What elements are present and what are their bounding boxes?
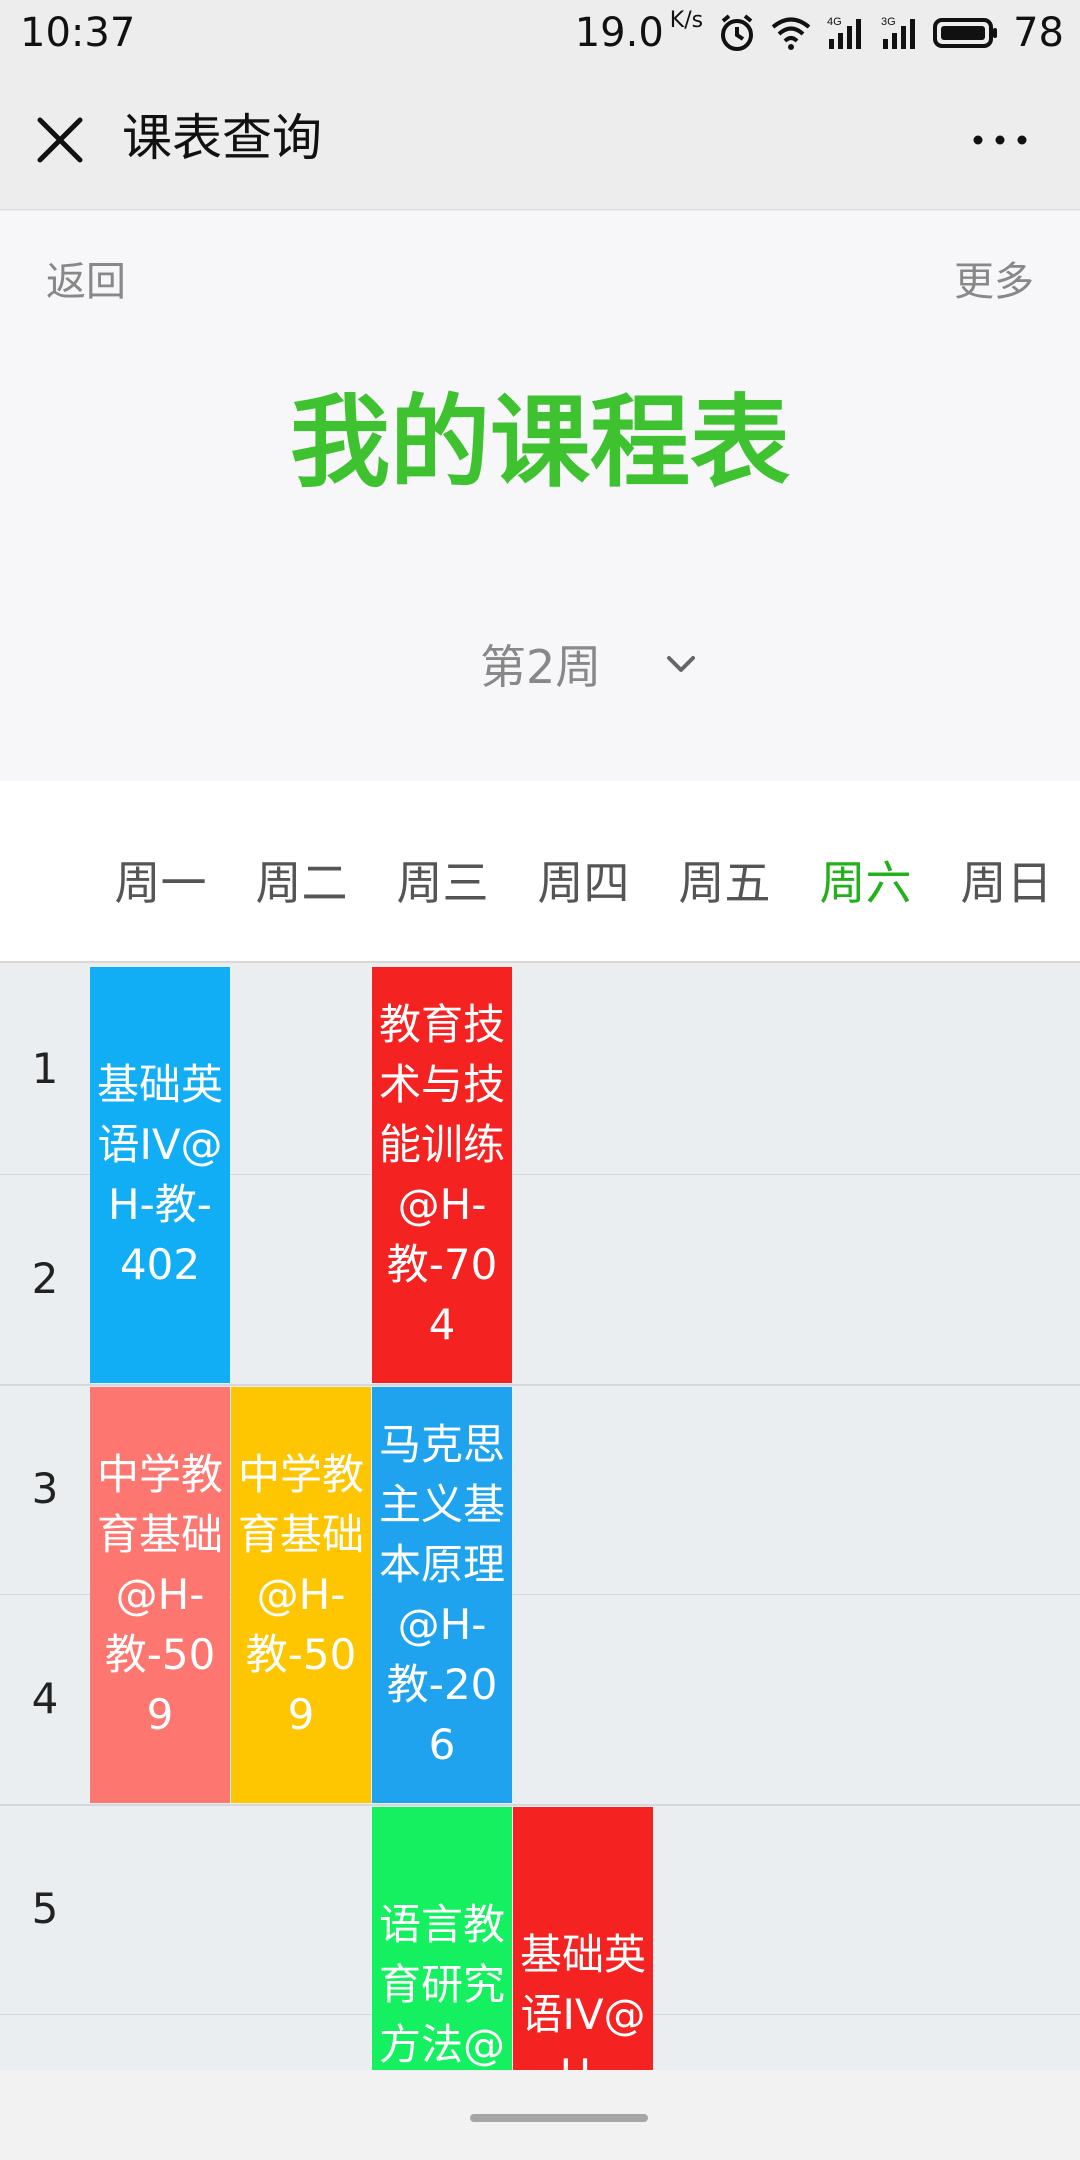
- nav-title: 课表查询: [122, 109, 322, 167]
- more-menu-button[interactable]: [960, 110, 1040, 170]
- weekday-7: 周日: [960, 856, 1053, 910]
- period-number: 5: [31, 1884, 59, 1933]
- course-block[interactable]: 教育技术与技能训练@H-教-704: [372, 967, 512, 1383]
- net2-text: 3G: [881, 16, 896, 28]
- bottom-bar: [0, 2070, 1080, 2160]
- close-icon: [37, 117, 83, 163]
- net1-text: 4G: [827, 16, 842, 28]
- period-divider: [0, 1384, 1080, 1386]
- alarm-icon: [717, 13, 757, 53]
- network-speed-unit: K/s: [669, 8, 704, 33]
- weekday-3: 周三: [396, 856, 489, 910]
- status-icons: 19.0 K/s 4G 3G 78: [575, 8, 1064, 58]
- timetable-grid: 1 2 3 4 5 基础英语IV@H-教-402 教育技术与技能训练@H-教-704 中学教育…: [0, 965, 1080, 2070]
- period-number: 1: [31, 1044, 59, 1093]
- weekday-4: 周四: [537, 856, 630, 910]
- course-block[interactable]: 语言教育研究方法@H-: [372, 1807, 512, 2070]
- more-link[interactable]: 更多: [954, 249, 1034, 307]
- weekday-header: 周一 周二 周三 周四 周五 周六 周日: [0, 781, 1080, 963]
- week-label: 第2周: [480, 640, 602, 694]
- more-dots-icon: [973, 135, 1027, 145]
- signal-3g-icon: 3G: [879, 15, 919, 51]
- status-bar: 10:37 19.0 K/s 4G 3G 78: [0, 0, 1080, 66]
- week-selector[interactable]: 第2周: [480, 631, 701, 697]
- close-button[interactable]: [30, 110, 90, 170]
- network-speed: 19.0 K/s: [574, 8, 704, 57]
- battery-icon: [933, 16, 999, 50]
- course-block[interactable]: 中学教育基础@H-教-509: [231, 1387, 371, 1803]
- home-indicator[interactable]: [470, 2114, 648, 2122]
- schedule-header: 返回 更多 我的课程表 第2周: [0, 211, 1080, 781]
- period-divider: [0, 1804, 1080, 1806]
- weekday-6: 周六: [819, 856, 912, 910]
- status-time: 10:37: [20, 10, 136, 56]
- weekday-1: 周一: [114, 856, 207, 910]
- period-number: 2: [31, 1254, 59, 1303]
- weekday-2: 周二: [255, 856, 348, 910]
- course-block[interactable]: 基础英语IV@H-: [513, 1807, 653, 2070]
- course-block[interactable]: 马克思主义基本原理@H-教-206: [372, 1387, 512, 1803]
- wifi-icon: [771, 16, 811, 50]
- page-title: 我的课程表: [290, 384, 790, 501]
- period-number: 4: [31, 1674, 59, 1723]
- weekday-5: 周五: [678, 856, 771, 910]
- nav-bar: 课表查询: [0, 66, 1080, 210]
- signal-4g-icon: 4G: [825, 15, 865, 51]
- course-block[interactable]: 中学教育基础@H-教-509: [90, 1387, 230, 1803]
- period-number: 3: [31, 1464, 59, 1513]
- chevron-down-icon: [667, 656, 696, 672]
- network-speed-value: 19.0: [574, 10, 664, 56]
- back-link[interactable]: 返回: [46, 249, 126, 307]
- battery-level: 78: [1013, 10, 1064, 56]
- course-block[interactable]: 基础英语IV@H-教-402: [90, 967, 230, 1383]
